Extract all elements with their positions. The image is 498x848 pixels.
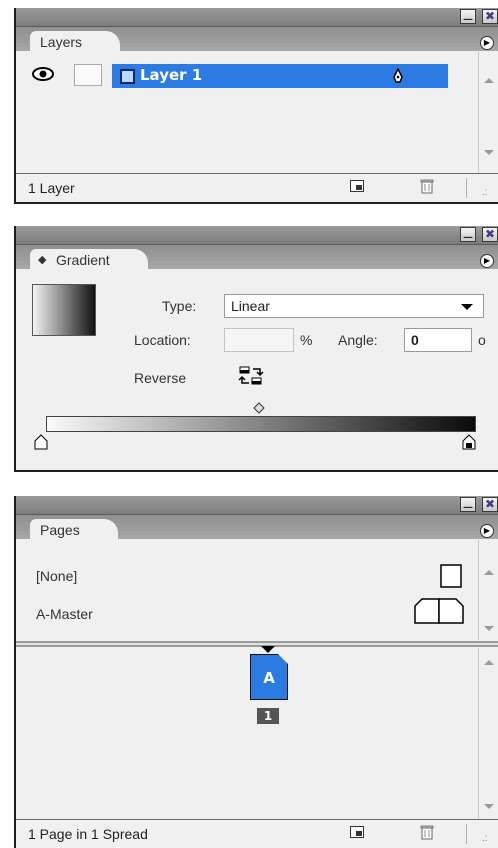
trash-icon[interactable] bbox=[420, 824, 434, 840]
flyout-menu-icon[interactable]: ▶ bbox=[480, 524, 494, 538]
layers-scrollbar[interactable] bbox=[478, 52, 498, 174]
pen-icon bbox=[393, 68, 403, 83]
layer-row[interactable]: Layer 1 bbox=[112, 64, 448, 88]
pages-statusbar: 1 Page in 1 Spread .: bbox=[16, 819, 498, 848]
tab-gradient-label: Gradient bbox=[56, 252, 110, 268]
status-separator bbox=[466, 824, 467, 844]
location-field[interactable] bbox=[224, 328, 294, 352]
tab-strip: ◆ Gradient bbox=[16, 245, 498, 271]
section-divider[interactable] bbox=[16, 641, 498, 647]
panel-titlebar[interactable]: ⚊ ✖ bbox=[16, 226, 498, 245]
scroll-up-icon[interactable] bbox=[484, 570, 494, 575]
percent-symbol: % bbox=[300, 332, 313, 348]
gradient-panel: ⚊ ✖ ◆ Gradient ▶ Type: Linear Location: … bbox=[14, 226, 498, 472]
masters-scrollbar[interactable] bbox=[478, 540, 498, 640]
gradient-swatch[interactable] bbox=[32, 284, 96, 336]
tab-gradient[interactable]: ◆ Gradient bbox=[30, 249, 148, 271]
pages-scrollbar[interactable] bbox=[478, 648, 498, 820]
chevron-down-icon bbox=[461, 304, 473, 310]
minimize-icon[interactable]: ⚊ bbox=[460, 227, 476, 242]
trash-icon[interactable] bbox=[420, 178, 434, 194]
scroll-down-icon[interactable] bbox=[484, 804, 494, 809]
tab-strip: Pages bbox=[16, 515, 498, 541]
scroll-up-icon[interactable] bbox=[484, 660, 494, 665]
angle-label: Angle: bbox=[338, 332, 378, 348]
close-icon[interactable]: ✖ bbox=[482, 9, 498, 24]
start-stop-icon[interactable] bbox=[34, 434, 48, 450]
resize-grip-icon[interactable]: .: bbox=[482, 832, 496, 846]
master-none[interactable]: [None] bbox=[36, 568, 77, 584]
eye-icon[interactable] bbox=[32, 65, 54, 83]
flyout-menu-icon[interactable]: ▶ bbox=[480, 36, 494, 50]
pages-count: 1 Page in 1 Spread bbox=[28, 826, 148, 842]
new-layer-icon[interactable] bbox=[350, 180, 364, 192]
layers-statusbar: 1 Layer .: bbox=[16, 173, 498, 202]
resize-grip-icon[interactable]: .: bbox=[482, 186, 496, 200]
location-label: Location: bbox=[134, 332, 191, 348]
scroll-down-icon[interactable] bbox=[484, 626, 494, 631]
layers-panel: ⚊ ✖ Layers ▶ Layer 1 1 Layer .: bbox=[14, 8, 498, 204]
close-icon[interactable]: ✖ bbox=[482, 497, 498, 512]
reverse-icon[interactable] bbox=[238, 365, 264, 387]
reverse-label: Reverse bbox=[134, 370, 187, 386]
pages-panel: ⚊ ✖ Pages ▶ [None] A-Master A 1 1 Page i… bbox=[14, 496, 498, 848]
flyout-menu-icon[interactable]: ▶ bbox=[480, 254, 494, 268]
status-separator bbox=[466, 178, 467, 198]
tab-strip: Layers bbox=[16, 27, 498, 53]
panel-titlebar[interactable]: ⚊ ✖ bbox=[16, 496, 498, 515]
tab-options-icon: ◆ bbox=[38, 254, 47, 266]
angle-field[interactable]: 0 bbox=[404, 328, 472, 352]
page-thumbnail-icon[interactable] bbox=[440, 564, 462, 588]
layer-name: Layer 1 bbox=[140, 66, 203, 84]
spread-thumbnail-icon[interactable] bbox=[414, 598, 464, 624]
degree-symbol: o bbox=[478, 332, 486, 348]
midpoint-diamond-icon[interactable] bbox=[253, 402, 265, 414]
tab-pages[interactable]: Pages bbox=[30, 519, 118, 541]
type-select[interactable]: Linear bbox=[224, 294, 484, 318]
end-stop-icon[interactable] bbox=[462, 434, 476, 450]
scroll-up-icon[interactable] bbox=[484, 78, 494, 83]
spread-marker-icon bbox=[261, 646, 275, 653]
close-icon[interactable]: ✖ bbox=[482, 227, 498, 242]
masters-section: [None] A-Master bbox=[16, 540, 478, 638]
minimize-icon[interactable]: ⚊ bbox=[460, 497, 476, 512]
layer-count: 1 Layer bbox=[28, 180, 75, 196]
tab-layers[interactable]: Layers bbox=[30, 31, 121, 53]
minimize-icon[interactable]: ⚊ bbox=[460, 9, 476, 24]
gradient-ramp[interactable] bbox=[46, 416, 476, 432]
lock-toggle[interactable] bbox=[74, 64, 102, 86]
master-a[interactable]: A-Master bbox=[36, 606, 93, 622]
panel-titlebar[interactable]: ⚊ ✖ bbox=[16, 8, 498, 27]
page-number: 1 bbox=[257, 708, 279, 724]
page-icon[interactable]: A bbox=[250, 654, 288, 700]
layer-color-swatch bbox=[120, 69, 135, 84]
scroll-down-icon[interactable] bbox=[484, 150, 494, 155]
type-label: Type: bbox=[162, 298, 197, 314]
type-value: Linear bbox=[231, 298, 270, 314]
new-page-icon[interactable] bbox=[350, 826, 364, 838]
